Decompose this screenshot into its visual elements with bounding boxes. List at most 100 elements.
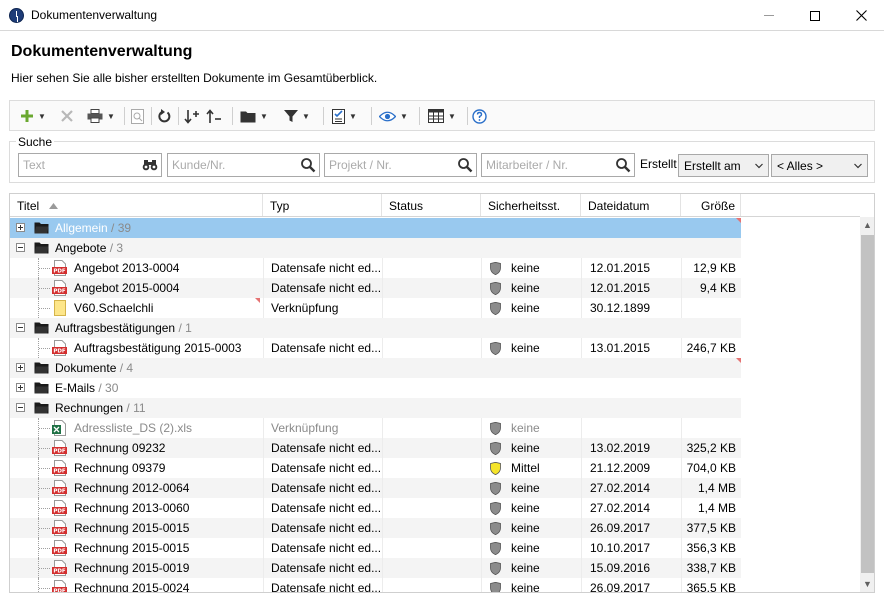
security-level: keine bbox=[511, 501, 540, 515]
employee-search-field[interactable] bbox=[481, 153, 635, 177]
view-button[interactable]: ▼ bbox=[379, 106, 408, 126]
maximize-button[interactable] bbox=[792, 0, 838, 31]
page-title: Dokumentenverwaltung bbox=[11, 43, 193, 60]
folder-row[interactable]: Angebote / 3 bbox=[10, 238, 741, 258]
document-row[interactable]: PDF Rechnung 09232 Datensafe nicht ed... ke… bbox=[10, 438, 741, 458]
document-row[interactable]: PDF Rechnung 09379 Datensafe nicht ed... Mi… bbox=[10, 458, 741, 478]
document-grid: Titel Typ Status Sicherheitsst. Dateidat… bbox=[9, 193, 875, 593]
document-date: 10.10.2017 bbox=[581, 538, 681, 558]
collapse-toggle-icon[interactable] bbox=[16, 403, 25, 412]
vertical-scrollbar[interactable]: ▲ ▼ bbox=[860, 217, 874, 592]
document-row[interactable]: PDF Rechnung 2015-0015 Datensafe nicht ed.… bbox=[10, 538, 741, 558]
scroll-down-icon[interactable]: ▼ bbox=[863, 580, 872, 589]
folder-name: Rechnungen / 11 bbox=[55, 401, 146, 415]
project-search-field[interactable] bbox=[324, 153, 477, 177]
dropdown-caret-icon: ▼ bbox=[260, 111, 268, 121]
expand-toggle-icon[interactable] bbox=[16, 363, 25, 372]
refresh-button[interactable] bbox=[158, 106, 171, 126]
document-type: Datensafe nicht ed... bbox=[263, 258, 381, 278]
toolbar-separator bbox=[323, 107, 324, 125]
security-level: keine bbox=[511, 301, 540, 315]
page-subtitle: Hier sehen Sie alle bisher erstellten Do… bbox=[11, 71, 378, 85]
customer-search-field[interactable] bbox=[167, 153, 320, 177]
folder-button[interactable]: ▼ bbox=[240, 106, 268, 126]
document-row[interactable]: PDF Angebot 2015-0004 Datensafe nicht ed..… bbox=[10, 278, 741, 298]
minimize-button[interactable] bbox=[746, 0, 792, 31]
text-search-field[interactable] bbox=[18, 153, 162, 177]
checklist-icon bbox=[332, 108, 345, 124]
columns-button[interactable]: ▼ bbox=[428, 106, 456, 126]
folder-row[interactable]: Rechnungen / 11 bbox=[10, 398, 741, 418]
folder-row[interactable]: E-Mails / 30 bbox=[10, 378, 741, 398]
excel-file-icon bbox=[52, 420, 66, 436]
print-button[interactable]: ▼ bbox=[87, 106, 115, 126]
document-row[interactable]: V60.Schaelchli Verknüpfung keine 30.12.1899 bbox=[10, 298, 741, 318]
security-shield-icon bbox=[490, 541, 511, 555]
security-level: keine bbox=[511, 581, 540, 593]
document-security: keine bbox=[481, 338, 581, 358]
folder-title: Dokumente bbox=[55, 361, 117, 375]
svg-text:PDF: PDF bbox=[53, 509, 66, 515]
filter-button[interactable]: ▼ bbox=[284, 106, 310, 126]
maximize-icon bbox=[810, 10, 820, 21]
document-row[interactable]: PDF Angebot 2013-0004 Datensafe nicht ed..… bbox=[10, 258, 741, 278]
document-status bbox=[382, 518, 481, 538]
close-button[interactable] bbox=[838, 0, 884, 31]
security-shield-icon bbox=[490, 341, 511, 355]
document-row[interactable]: Adressliste_DS (2).xls Verknüpfung keine bbox=[10, 418, 741, 438]
document-row[interactable]: PDF Rechnung 2013-0060 Datensafe nicht ed.… bbox=[10, 498, 741, 518]
document-size: 356,3 KB bbox=[681, 538, 741, 558]
column-header-title[interactable]: Titel bbox=[10, 194, 263, 216]
document-security: keine bbox=[481, 578, 581, 593]
date-field-select[interactable]: Erstellt am bbox=[678, 154, 769, 177]
project-search-input[interactable] bbox=[329, 158, 454, 172]
text-search-input[interactable] bbox=[23, 158, 139, 172]
svg-text:PDF: PDF bbox=[53, 449, 66, 455]
scroll-up-icon[interactable]: ▲ bbox=[863, 221, 872, 230]
checklist-button[interactable]: ▼ bbox=[332, 106, 357, 126]
column-size-label: Größe bbox=[700, 199, 735, 213]
collapse-all-button[interactable] bbox=[206, 106, 222, 126]
document-status bbox=[382, 478, 481, 498]
column-header-type[interactable]: Typ bbox=[263, 194, 382, 216]
period-select[interactable]: < Alles > bbox=[771, 154, 868, 177]
help-button[interactable] bbox=[472, 106, 487, 126]
document-title: Rechnung 09232 bbox=[74, 441, 166, 455]
document-title: V60.Schaelchli bbox=[74, 301, 154, 315]
folder-name: Dokumente / 4 bbox=[55, 361, 133, 375]
document-row[interactable]: PDF Rechnung 2015-0015 Datensafe nicht ed.… bbox=[10, 518, 741, 538]
column-header-status[interactable]: Status bbox=[382, 194, 481, 216]
search-group-label: Suche bbox=[16, 135, 55, 149]
document-row[interactable]: PDF Auftragsbestätigung 2015-0003 Datensaf… bbox=[10, 338, 741, 358]
add-button[interactable]: ▼ bbox=[20, 106, 46, 126]
toolbar-separator bbox=[467, 107, 468, 125]
scrollbar-thumb[interactable] bbox=[861, 235, 874, 573]
employee-search-input[interactable] bbox=[486, 158, 612, 172]
folder-row[interactable]: Auftragsbestätigungen / 1 bbox=[10, 318, 741, 338]
preview-button[interactable] bbox=[131, 106, 144, 126]
svg-text:PDF: PDF bbox=[53, 589, 66, 593]
document-row[interactable]: PDF Rechnung 2012-0064 Datensafe nicht ed.… bbox=[10, 478, 741, 498]
folder-row[interactable]: Dokumente / 4 bbox=[10, 358, 741, 378]
document-size bbox=[681, 298, 741, 318]
document-security: keine bbox=[481, 518, 581, 538]
document-security: keine bbox=[481, 418, 581, 438]
document-row[interactable]: PDF Rechnung 2015-0024 Datensafe nicht ed.… bbox=[10, 578, 741, 593]
column-header-date[interactable]: Dateidatum bbox=[581, 194, 681, 216]
expand-toggle-icon[interactable] bbox=[16, 383, 25, 392]
folder-row[interactable]: Allgemein / 39 bbox=[10, 218, 741, 238]
expand-all-button[interactable] bbox=[184, 106, 200, 126]
expand-toggle-icon[interactable] bbox=[16, 223, 25, 232]
document-status bbox=[382, 338, 481, 358]
toolbar-separator bbox=[419, 107, 420, 125]
column-header-size[interactable]: Größe bbox=[681, 194, 741, 216]
column-security-label: Sicherheitsst. bbox=[488, 199, 561, 213]
delete-button[interactable] bbox=[61, 106, 73, 126]
folder-title: Angebote bbox=[55, 241, 107, 255]
collapse-toggle-icon[interactable] bbox=[16, 323, 25, 332]
collapse-toggle-icon[interactable] bbox=[16, 243, 25, 252]
column-header-security[interactable]: Sicherheitsst. bbox=[481, 194, 581, 216]
document-row[interactable]: PDF Rechnung 2015-0019 Datensafe nicht ed.… bbox=[10, 558, 741, 578]
customer-search-input[interactable] bbox=[172, 158, 297, 172]
security-level: keine bbox=[511, 261, 540, 275]
